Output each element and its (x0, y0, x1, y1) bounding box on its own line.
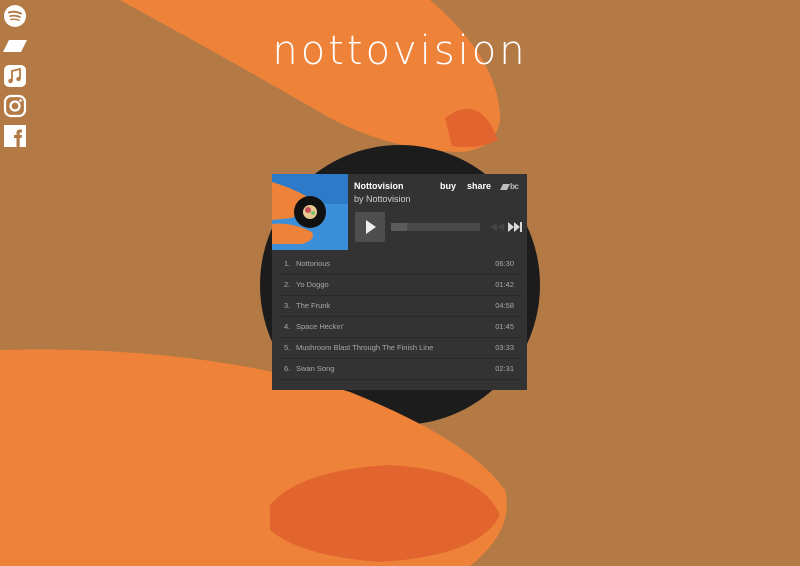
progress-bar[interactable] (391, 223, 480, 231)
album-artist[interactable]: by Nottovision (354, 194, 411, 204)
track-row[interactable]: 4. Space Heckin' 01:45 (277, 317, 522, 338)
track-row[interactable]: 6. Swan Song 02:31 (277, 359, 522, 380)
play-icon (366, 220, 376, 234)
previous-track-icon[interactable] (490, 223, 504, 231)
track-number: 5. (284, 343, 291, 352)
facebook-link[interactable] (3, 124, 27, 148)
album-art (272, 174, 348, 250)
track-number: 3. (284, 301, 291, 310)
track-row[interactable]: 3. The Frunk 04:58 (277, 296, 522, 317)
bandcamp-player: Nottovision by Nottovision buy share bc … (272, 174, 527, 390)
social-links (3, 4, 27, 154)
bandcamp-logo-icon (500, 183, 510, 190)
spotify-link[interactable] (3, 4, 27, 28)
track-duration: 01:45 (495, 322, 514, 331)
track-number: 2. (284, 280, 291, 289)
track-name: Nottorious (296, 259, 331, 268)
apple-music-icon (4, 65, 26, 87)
track-duration: 02:31 (495, 364, 514, 373)
tidal-link[interactable] (3, 34, 27, 58)
site-title: nottovision (272, 28, 528, 74)
apple-music-link[interactable] (3, 64, 27, 88)
album-title[interactable]: Nottovision (354, 181, 404, 191)
track-duration: 06:30 (495, 259, 514, 268)
track-name: Mushroom Blast Through The Finish Line (296, 343, 434, 352)
album-art-image (272, 174, 348, 250)
bandcamp-logo[interactable]: bc (500, 182, 519, 191)
play-button[interactable] (355, 212, 385, 242)
track-name: The Frunk (296, 301, 331, 310)
buy-link[interactable]: buy (440, 181, 456, 191)
track-row[interactable]: 1. Nottorious 06:30 (277, 254, 522, 275)
track-number: 4. (284, 322, 291, 331)
bandcamp-logo-text: bc (510, 182, 519, 191)
facebook-icon (4, 125, 26, 147)
track-duration: 03:33 (495, 343, 514, 352)
spotify-icon (4, 5, 26, 27)
track-duration: 01:42 (495, 280, 514, 289)
tracklist: 1. Nottorious 06:30 2. Yo Doggo 01:42 3.… (277, 254, 522, 380)
track-row[interactable]: 2. Yo Doggo 01:42 (277, 275, 522, 296)
track-name: Space Heckin' (296, 322, 344, 331)
track-duration: 04:58 (495, 301, 514, 310)
track-row[interactable]: 5. Mushroom Blast Through The Finish Lin… (277, 338, 522, 359)
track-name: Yo Doggo (296, 280, 329, 289)
next-track-icon[interactable] (508, 222, 522, 232)
instagram-icon (3, 94, 27, 118)
progress-fill (391, 223, 408, 231)
track-name: Swan Song (296, 364, 335, 373)
track-number: 1. (284, 259, 291, 268)
share-link[interactable]: share (467, 181, 491, 191)
track-number: 6. (284, 364, 291, 373)
tidal-icon (3, 40, 27, 52)
instagram-link[interactable] (3, 94, 27, 118)
